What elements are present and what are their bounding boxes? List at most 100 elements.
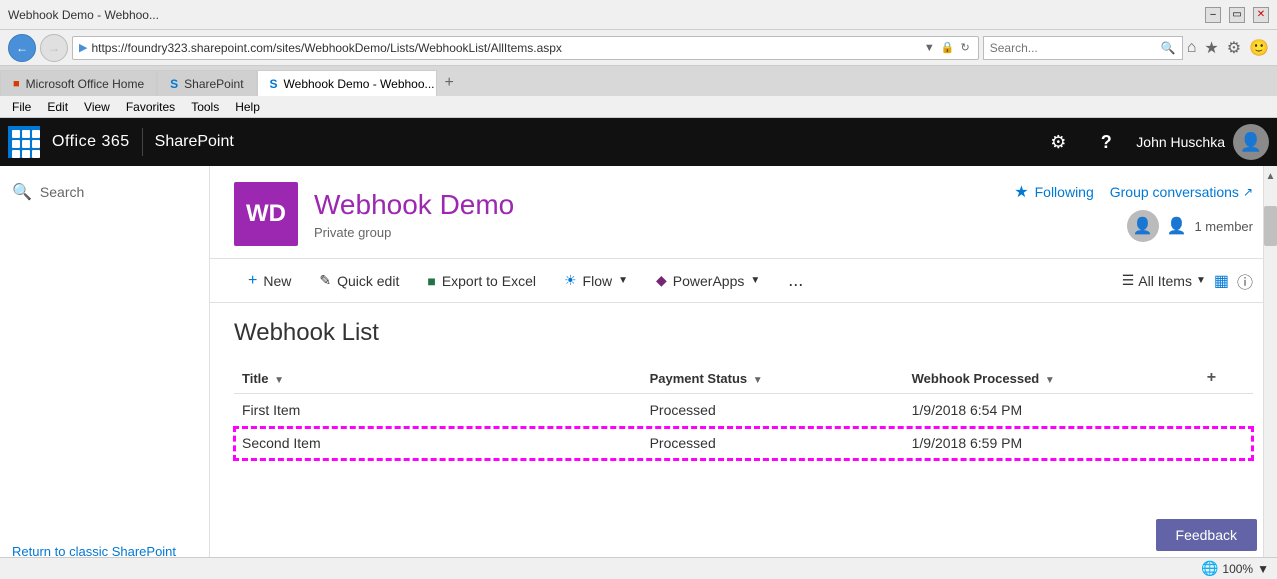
forward-button[interactable]: →: [40, 34, 68, 62]
menu-view[interactable]: View: [76, 96, 118, 118]
question-icon: ?: [1101, 132, 1112, 153]
site-logo-initials: WD: [246, 200, 286, 228]
browser-search-bar[interactable]: 🔍: [983, 36, 1183, 60]
column-webhook-processed: Webhook Processed ▼: [904, 363, 1195, 394]
help-button[interactable]: ?: [1088, 124, 1124, 160]
site-header: WD Webhook Demo Private group ★ Followin…: [210, 166, 1277, 259]
plus-icon: +: [248, 272, 257, 290]
zoom-area: 🌐 100% ▼: [1201, 560, 1269, 577]
command-bar: + New ✎ Quick edit ■ Export to Excel ☀ F…: [210, 259, 1277, 303]
payment-sort-icon[interactable]: ▼: [753, 375, 763, 386]
status-bar: 🌐 100% ▼: [0, 557, 1277, 579]
site-title: Webhook Demo: [314, 189, 514, 221]
more-button[interactable]: ...: [774, 259, 817, 303]
tab-webhook-demo[interactable]: S Webhook Demo - Webhoo... ✕: [257, 70, 437, 96]
list-area: Webhook List Title ▼ Payment Status ▼: [210, 303, 1277, 460]
office-favicon: ■: [13, 78, 20, 90]
ellipsis-icon: ...: [788, 270, 803, 291]
waffle-dot: [32, 130, 40, 138]
row-payment-cell: Processed: [642, 427, 904, 460]
all-items-button[interactable]: ☰ All Items ▼: [1122, 272, 1206, 289]
title-sort-icon[interactable]: ▼: [274, 375, 284, 386]
all-items-chevron-icon: ▼: [1196, 275, 1206, 286]
address-dropdown[interactable]: ▼: [922, 42, 937, 54]
favorites-icon[interactable]: ★: [1204, 38, 1218, 58]
lock-icon: 🔒: [939, 41, 957, 54]
export-excel-button[interactable]: ■ Export to Excel: [413, 259, 550, 303]
column-payment-status: Payment Status ▼: [642, 363, 904, 394]
search-icon: 🔍: [1161, 41, 1176, 55]
new-button[interactable]: + New: [234, 259, 305, 303]
tab-sharepoint[interactable]: S SharePoint: [157, 70, 256, 96]
address-text: https://foundry323.sharepoint.com/sites/…: [91, 41, 917, 55]
following-row: ★ Following Group conversations ↗: [1014, 182, 1253, 202]
flow-button[interactable]: ☀ Flow ▼: [550, 259, 642, 303]
group-conversations-label: Group conversations: [1110, 184, 1239, 200]
tools-icon[interactable]: ⚙: [1227, 38, 1241, 58]
sidebar-search[interactable]: 🔍 Search: [0, 178, 209, 210]
quick-edit-button[interactable]: ✎ Quick edit: [305, 259, 413, 303]
powerapps-label: PowerApps: [673, 273, 745, 289]
address-bar[interactable]: ▶ https://foundry323.sharepoint.com/site…: [72, 36, 979, 60]
row-webhook-cell: 1/9/2018 6:54 PM: [904, 394, 1195, 427]
menu-tools[interactable]: Tools: [183, 96, 227, 118]
info-icon[interactable]: ⓘ: [1237, 269, 1253, 293]
minimize-button[interactable]: –: [1205, 7, 1221, 23]
add-column-button[interactable]: +: [1203, 365, 1220, 390]
filter-icon[interactable]: ▦: [1214, 271, 1229, 291]
column-title-label: Title: [242, 371, 269, 386]
restore-button[interactable]: ▭: [1229, 7, 1245, 23]
all-items-label: All Items: [1138, 273, 1192, 289]
row-extra-cell: [1195, 394, 1253, 427]
waffle-dot: [12, 140, 20, 148]
settings-button[interactable]: ⚙: [1040, 124, 1076, 160]
window-controls[interactable]: – ▭ ✕: [1205, 7, 1269, 23]
smiley-icon: 🙂: [1249, 38, 1269, 58]
command-bar-right: ☰ All Items ▼ ▦ ⓘ: [1122, 269, 1253, 293]
user-avatar: 👤: [1233, 124, 1269, 160]
members-row: 👤 👤 1 member: [1127, 210, 1253, 242]
flow-label: Flow: [583, 273, 613, 289]
close-button[interactable]: ✕: [1253, 7, 1269, 23]
address-actions: ▼ 🔒 ↻: [922, 41, 972, 54]
scroll-thumb[interactable]: [1264, 206, 1277, 246]
tab-office-home[interactable]: ■ Microsoft Office Home: [0, 70, 157, 96]
star-icon: ★: [1014, 182, 1028, 202]
waffle-dot: [22, 150, 30, 158]
feedback-button[interactable]: Feedback: [1156, 519, 1257, 551]
table-row[interactable]: First Item Processed 1/9/2018 6:54 PM: [234, 394, 1253, 427]
home-icon[interactable]: ⌂: [1187, 39, 1197, 57]
column-payment-label: Payment Status: [650, 371, 748, 386]
external-link-icon: ↗: [1243, 185, 1253, 199]
menu-favorites[interactable]: Favorites: [118, 96, 183, 118]
waffle-button[interactable]: [8, 126, 40, 158]
new-tab-button[interactable]: +: [437, 70, 462, 96]
webhook-sort-icon[interactable]: ▼: [1045, 375, 1055, 386]
row-webhook-cell: 1/9/2018 6:59 PM: [904, 427, 1195, 460]
user-area[interactable]: John Huschka 👤: [1136, 124, 1269, 160]
table-row-selected[interactable]: Second Item Processed 1/9/2018 6:59 PM: [234, 427, 1253, 460]
site-header-right: ★ Following Group conversations ↗ 👤 👤 1 …: [1014, 182, 1253, 242]
following-button[interactable]: ★ Following: [1014, 182, 1093, 202]
member-avatar-icon: 👤: [1133, 216, 1153, 236]
waffle-dot: [22, 140, 30, 148]
menu-edit[interactable]: Edit: [39, 96, 76, 118]
excel-icon: ■: [427, 273, 435, 289]
column-title: Title ▼: [234, 363, 642, 394]
refresh-button[interactable]: ↻: [959, 41, 972, 54]
scroll-bar[interactable]: ▲ ▼: [1263, 166, 1277, 579]
export-label: Export to Excel: [442, 273, 536, 289]
search-label: Search: [40, 184, 84, 200]
browser-search-input[interactable]: [990, 41, 1157, 55]
user-name: John Huschka: [1136, 134, 1225, 150]
members-count: 1 member: [1194, 219, 1253, 234]
menu-help[interactable]: Help: [227, 96, 268, 118]
zoom-dropdown-icon[interactable]: ▼: [1257, 562, 1269, 576]
scroll-up-button[interactable]: ▲: [1264, 166, 1277, 186]
powerapps-button[interactable]: ◆ PowerApps ▼: [642, 259, 774, 303]
group-conversations-button[interactable]: Group conversations ↗: [1110, 184, 1253, 200]
menu-file[interactable]: File: [4, 96, 39, 118]
back-button[interactable]: ←: [8, 34, 36, 62]
globe-icon: 🌐: [1201, 560, 1218, 577]
browser-titlebar: Webhook Demo - Webhoo... – ▭ ✕: [0, 0, 1277, 30]
